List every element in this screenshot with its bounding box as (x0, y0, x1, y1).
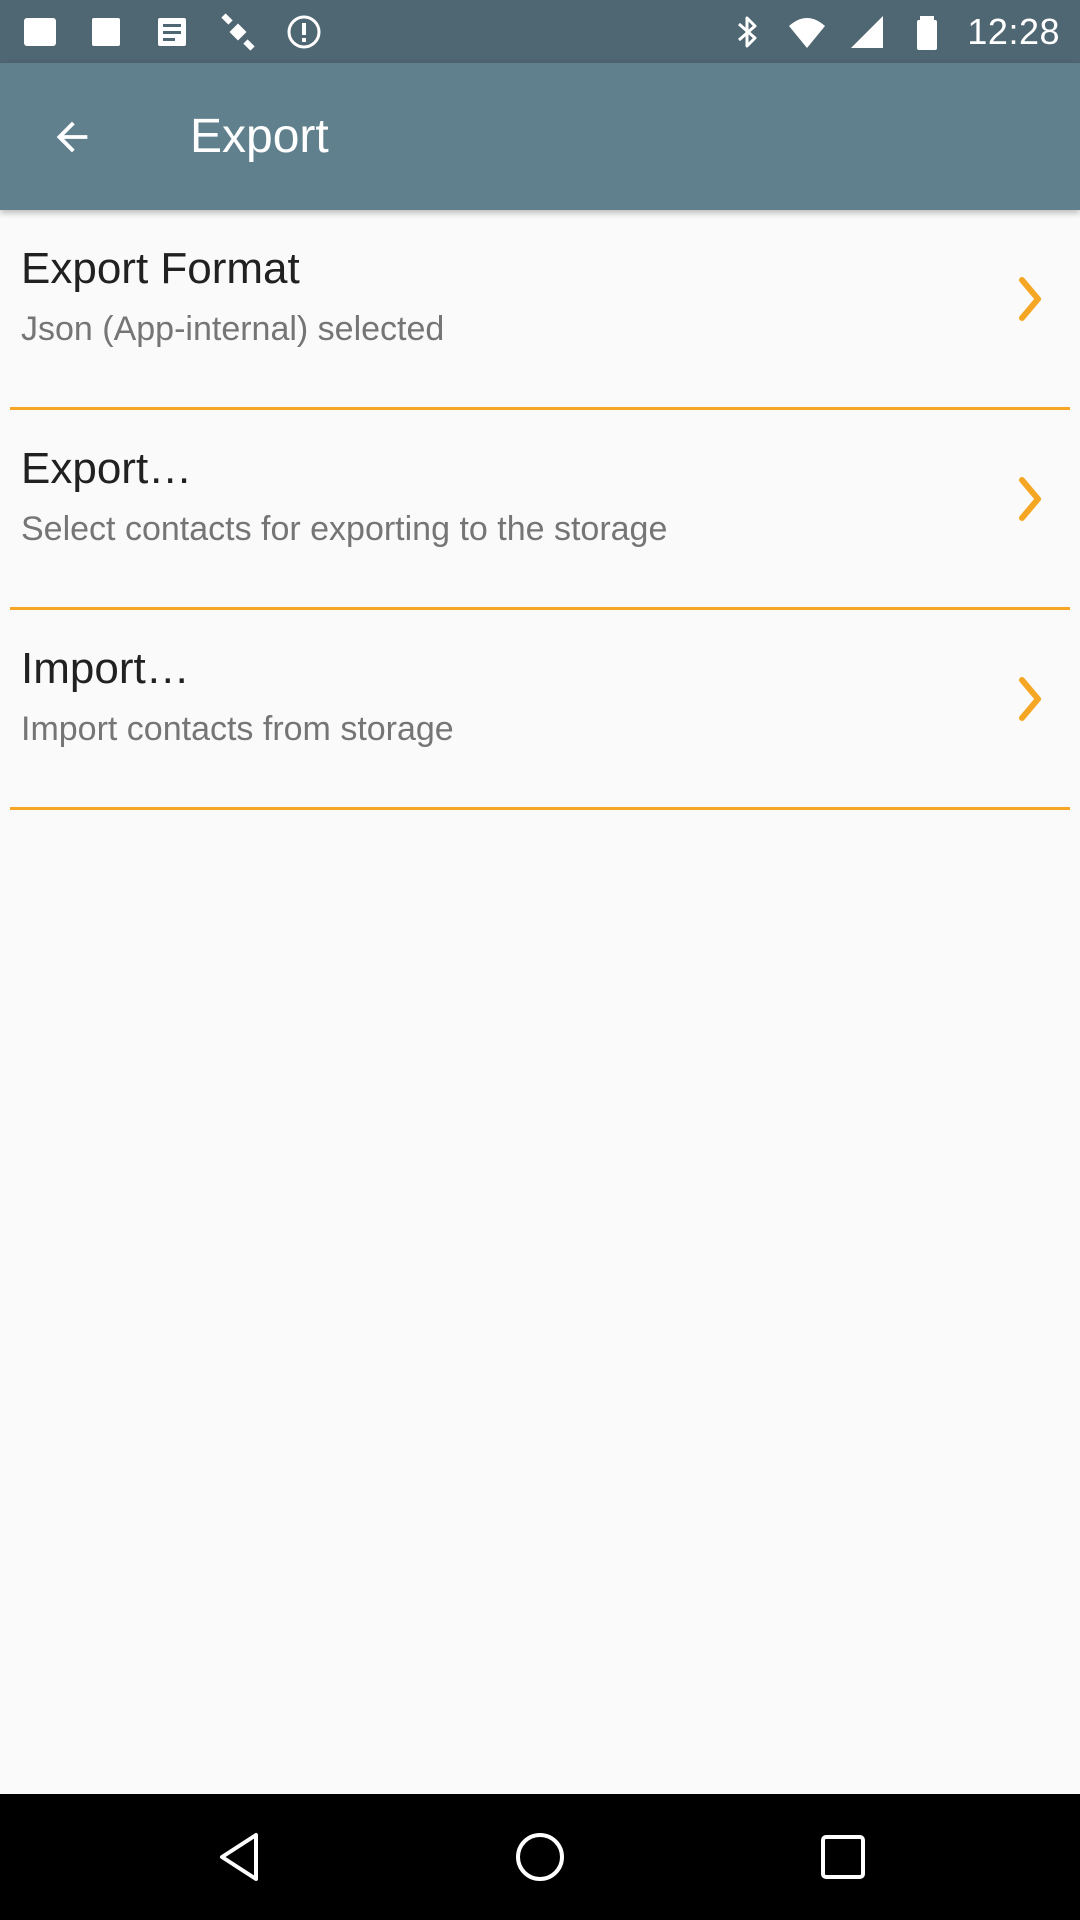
status-right-icons: 12:28 (727, 0, 1060, 63)
nav-home-button[interactable] (465, 1794, 615, 1920)
status-time: 12:28 (967, 10, 1060, 52)
app-bar: Export (0, 63, 1080, 210)
divider (10, 807, 1070, 810)
bluetooth-icon (727, 12, 767, 52)
pref-export[interactable]: Export… Select contacts for exporting to… (0, 410, 1080, 610)
arrow-back-icon (56, 121, 88, 153)
navigation-bar (0, 1794, 1080, 1920)
preference-list: Export Format Json (App-internal) select… (0, 210, 1080, 810)
pref-summary: Import contacts from storage (21, 710, 454, 748)
battery-icon (907, 12, 947, 52)
wifi-icon (787, 12, 827, 52)
chevron-right-icon (1016, 276, 1044, 322)
chevron-right-icon (1016, 476, 1044, 522)
pref-export-format[interactable]: Export Format Json (App-internal) select… (0, 210, 1080, 410)
signal-icon (847, 12, 887, 52)
pref-title: Import… (21, 644, 190, 693)
pref-title: Export… (21, 444, 193, 493)
grid-icon (20, 12, 60, 52)
chevron-right-icon (1016, 676, 1044, 722)
pref-summary: Json (App-internal) selected (21, 310, 445, 348)
pref-title: Export Format (21, 244, 300, 293)
status-bar: 12:28 (0, 0, 1080, 63)
tile-icon (86, 12, 126, 52)
satellite-icon (218, 12, 258, 52)
nav-back-button[interactable] (165, 1794, 315, 1920)
text-tile-icon (152, 12, 192, 52)
pref-import[interactable]: Import… Import contacts from storage (0, 610, 1080, 810)
status-left-icons (20, 0, 324, 63)
page-title: Export (190, 110, 329, 163)
nav-recents-button[interactable] (768, 1794, 918, 1920)
nav-back-icon (220, 1833, 258, 1881)
nav-recents-icon (821, 1835, 865, 1879)
pref-summary: Select contacts for exporting to the sto… (21, 510, 668, 548)
back-button[interactable] (30, 95, 114, 179)
nav-home-icon (516, 1833, 564, 1881)
alert-icon (284, 12, 324, 52)
